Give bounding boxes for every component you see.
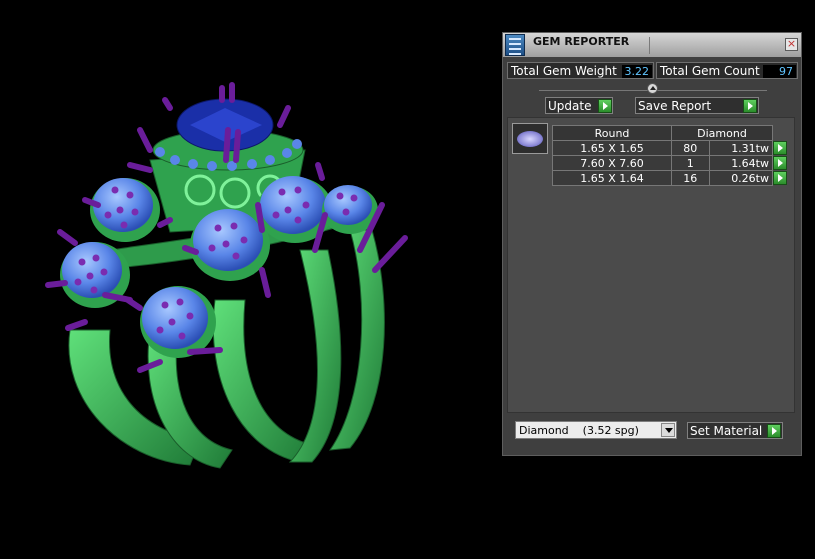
total-gem-weight-value: 3.22 [622, 65, 652, 78]
gem-table: Round Diamond 1.65 X 1.65 80 1.31tw 7.60… [552, 125, 788, 186]
total-gem-weight-label: Total Gem Weight [511, 64, 617, 78]
material-select-value: Diamond (3.52 spg) [519, 424, 639, 437]
close-icon[interactable]: × [785, 38, 798, 51]
gem-weight: 1.31tw [708, 140, 774, 156]
material-select[interactable]: Diamond (3.52 spg) [515, 421, 677, 439]
green-arrow-icon [767, 424, 781, 438]
table-row[interactable]: 1.65 X 1.64 16 0.26tw [552, 170, 788, 186]
ring-model [45, 82, 408, 469]
gem-count: 1 [671, 155, 710, 171]
gem-size: 1.65 X 1.65 [552, 140, 672, 156]
total-gem-weight-box: Total Gem Weight 3.22 [507, 62, 654, 79]
green-arrow-icon [743, 99, 757, 113]
total-gem-count-value: 97 [763, 65, 796, 78]
chevron-down-icon[interactable] [661, 423, 675, 437]
green-arrow-icon[interactable] [773, 171, 787, 185]
update-button[interactable]: Update [545, 97, 613, 114]
gem-list-area: Round Diamond 1.65 X 1.65 80 1.31tw 7.60… [507, 117, 795, 413]
gem-reporter-app-icon [505, 34, 525, 56]
round-gem-icon[interactable] [512, 123, 548, 154]
save-report-button[interactable]: Save Report [635, 97, 759, 114]
update-button-label: Update [548, 99, 592, 113]
table-row[interactable]: 7.60 X 7.60 1 1.64tw [552, 155, 788, 171]
shape-header: Round [552, 125, 672, 141]
set-material-button[interactable]: Set Material [687, 422, 783, 439]
title-separator [649, 37, 650, 54]
header-spacer [773, 126, 788, 141]
gem-size: 7.60 X 7.60 [552, 155, 672, 171]
gem-reporter-panel: GEM REPORTER × Total Gem Weight 3.22 Tot… [502, 32, 802, 456]
gem-count: 80 [671, 140, 710, 156]
gem-weight: 0.26tw [708, 170, 774, 186]
gem-count: 16 [671, 170, 710, 186]
green-arrow-icon[interactable] [773, 156, 787, 170]
gem-table-header: Round Diamond [552, 125, 788, 141]
title-bar[interactable]: GEM REPORTER × [503, 33, 801, 57]
panel-title: GEM REPORTER [533, 35, 630, 48]
green-arrow-icon[interactable] [773, 141, 787, 155]
save-report-button-label: Save Report [638, 99, 712, 113]
gem-size: 1.65 X 1.64 [552, 170, 672, 186]
total-gem-count-label: Total Gem Count [660, 64, 760, 78]
total-gem-count-box: Total Gem Count 97 [656, 62, 798, 79]
set-material-button-label: Set Material [690, 424, 763, 438]
table-row[interactable]: 1.65 X 1.65 80 1.31tw [552, 140, 788, 156]
gem-weight: 1.64tw [708, 155, 774, 171]
panel-splitter-handle[interactable] [647, 83, 658, 94]
3d-viewport[interactable] [0, 0, 500, 555]
material-header: Diamond [671, 125, 773, 141]
green-arrow-icon [598, 99, 612, 113]
